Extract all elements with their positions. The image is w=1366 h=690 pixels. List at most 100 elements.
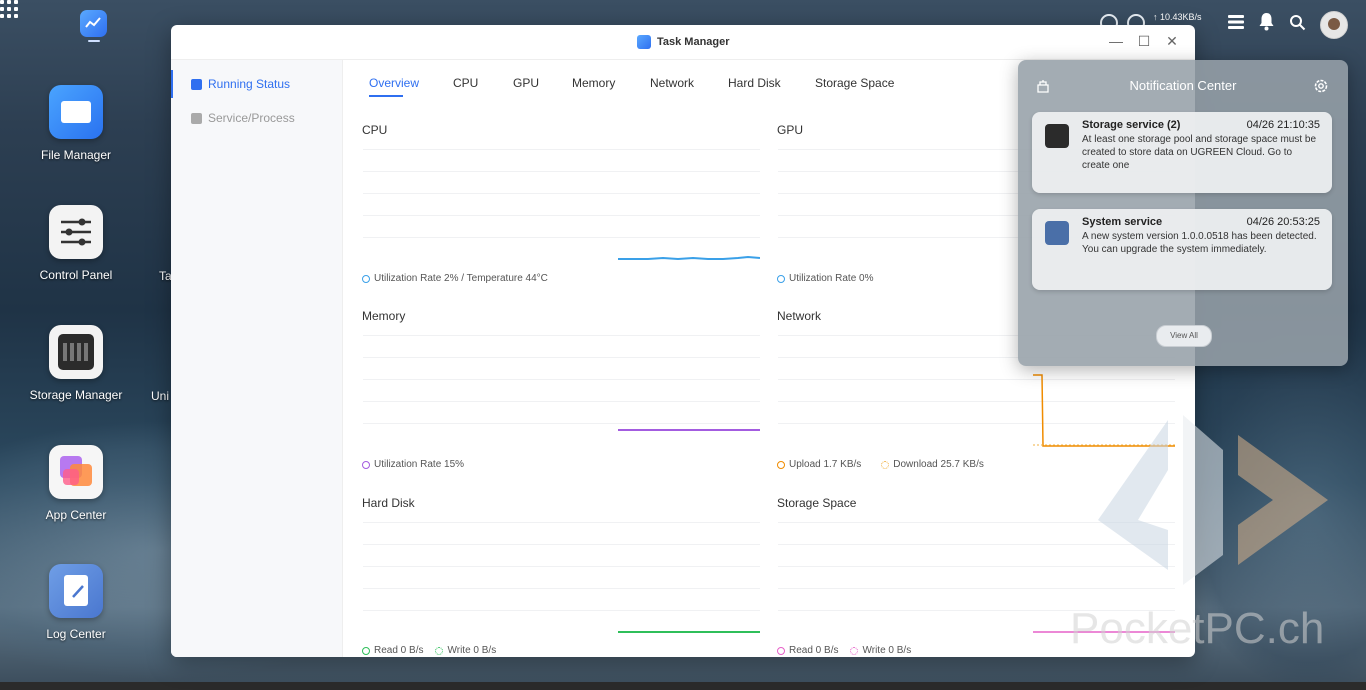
memory-usage-line	[618, 429, 760, 431]
sidebar-item-service-process[interactable]: Service/Process	[191, 111, 295, 125]
tab-memory[interactable]: Memory	[572, 76, 615, 90]
legend-marker	[777, 274, 785, 283]
window-title: Task Manager	[657, 36, 730, 48]
network-upload-text: Upload 1.7 KB/s	[789, 459, 862, 470]
tab-hard-disk[interactable]: Hard Disk	[728, 76, 781, 90]
sidebar-item-label: Service/Process	[208, 111, 295, 125]
hard-disk-read-text: Read 0 B/s	[374, 645, 424, 656]
notification-title: Storage service (2)	[1082, 119, 1181, 131]
desktop-icon-file-manager[interactable]: File Manager	[0, 85, 152, 162]
view-all-button[interactable]: View All	[1156, 325, 1212, 347]
legend-marker	[881, 460, 890, 469]
chart-icon	[191, 78, 202, 90]
storage-service-icon	[1045, 124, 1069, 148]
user-avatar[interactable]	[1320, 11, 1348, 39]
desktop-icon-label: Storage Manager	[29, 388, 123, 402]
window-titlebar[interactable]: Task Manager — ☐ ✕	[171, 25, 1195, 60]
app-center-icon	[49, 445, 103, 499]
tab-gpu[interactable]: GPU	[513, 76, 539, 90]
tab-overview[interactable]: Overview	[369, 76, 419, 90]
network-legend: Upload 1.7 KB/s Download 25.7 KB/s	[777, 459, 984, 470]
hard-disk-panel-title: Hard Disk	[362, 496, 415, 510]
notification-time: 04/26 20:53:25	[1246, 216, 1320, 228]
legend-marker	[777, 460, 785, 469]
memory-legend-text: Utilization Rate 15%	[374, 459, 465, 470]
desktop-icon-label: Control Panel	[39, 268, 113, 282]
bell-icon[interactable]	[1258, 12, 1275, 31]
desktop-icon-app-center[interactable]: App Center	[0, 445, 152, 522]
tab-storage-space[interactable]: Storage Space	[815, 76, 894, 90]
storage-space-write-text: Write 0 B/s	[862, 645, 912, 656]
legend-marker	[362, 646, 370, 655]
task-list-icon[interactable]	[1227, 13, 1245, 31]
notification-center-title: Notification Center	[1129, 78, 1237, 93]
gear-icon[interactable]	[1313, 78, 1329, 94]
task-manager-app-icon	[637, 35, 651, 49]
sidebar-item-running-status[interactable]: Running Status	[191, 77, 290, 91]
notification-card-storage[interactable]: Storage service (2) 04/26 21:10:35 At le…	[1032, 112, 1332, 193]
app-grid-icon[interactable]	[0, 0, 18, 18]
notification-time: 04/26 21:10:35	[1246, 119, 1320, 131]
cpu-usage-line	[618, 255, 760, 261]
network-panel-title: Network	[777, 309, 822, 323]
desktop-icon-storage-manager[interactable]: Storage Manager	[0, 325, 152, 402]
search-icon[interactable]	[1289, 14, 1306, 31]
log-document-icon	[49, 564, 103, 618]
nas-drive-icon	[49, 325, 103, 379]
tab-cpu[interactable]: CPU	[453, 76, 478, 90]
running-indicator	[88, 40, 100, 42]
tab-network[interactable]: Network	[650, 76, 694, 90]
hard-disk-io-line	[618, 631, 760, 633]
sidebar-item-label: Running Status	[208, 77, 291, 91]
desktop-icon-control-panel[interactable]: Control Panel	[0, 205, 152, 282]
memory-chart	[363, 335, 760, 447]
desktop-icon-label: App Center	[45, 508, 107, 522]
legend-marker	[850, 646, 859, 655]
memory-legend: Utilization Rate 15%	[362, 459, 464, 470]
legend-marker	[777, 646, 785, 655]
cpu-legend-text: Utilization Rate 2% / Temperature 44°C	[374, 273, 548, 284]
task-manager-taskbar-icon[interactable]	[80, 10, 107, 37]
cpu-panel-title: CPU	[362, 123, 388, 137]
maximize-button[interactable]: ☐	[1136, 33, 1152, 50]
gpu-legend: Utilization Rate 0%	[777, 273, 873, 284]
network-download-text: Download 25.7 KB/s	[893, 459, 984, 470]
storage-space-legend: Read 0 B/s Write 0 B/s	[777, 645, 911, 656]
partially-hidden-icon-label: Ta	[159, 269, 172, 283]
folder-icon	[49, 85, 103, 139]
screen-bottom-edge	[0, 682, 1366, 690]
cpu-legend: Utilization Rate 2% / Temperature 44°C	[362, 273, 548, 284]
desktop-icon-label: File Manager	[40, 148, 112, 162]
sliders-icon	[49, 205, 103, 259]
hard-disk-chart	[363, 522, 760, 634]
active-tab-underline	[369, 95, 403, 97]
desktop-icon-log-center[interactable]: Log Center	[0, 564, 152, 641]
watermark-logo	[1098, 415, 1328, 585]
network-speed-readout: ↑ 10.43KB/s	[1153, 12, 1202, 22]
partially-hidden-icon-label: Uni	[151, 389, 170, 403]
notification-title: System service	[1082, 216, 1163, 228]
storage-space-read-text: Read 0 B/s	[789, 645, 839, 656]
window-sidebar: Running Status Service/Process	[171, 60, 343, 657]
gpu-legend-text: Utilization Rate 0%	[789, 273, 874, 284]
notification-card-system[interactable]: System service 04/26 20:53:25 A new syst…	[1032, 209, 1332, 290]
hard-disk-legend: Read 0 B/s Write 0 B/s	[362, 645, 496, 656]
hard-disk-write-text: Write 0 B/s	[447, 645, 497, 656]
close-button[interactable]: ✕	[1164, 33, 1180, 50]
legend-marker	[435, 646, 444, 655]
legend-marker	[362, 274, 370, 283]
notification-body: A new system version 1.0.0.0518 has been…	[1082, 231, 1317, 255]
minimize-button[interactable]: —	[1108, 33, 1124, 49]
gpu-panel-title: GPU	[777, 123, 804, 137]
storage-space-panel-title: Storage Space	[777, 496, 857, 510]
memory-panel-title: Memory	[362, 309, 406, 323]
process-icon	[191, 112, 202, 124]
system-service-icon	[1045, 221, 1069, 245]
notification-center-panel: Notification Center Storage service (2) …	[1018, 60, 1348, 366]
legend-marker	[362, 460, 370, 469]
watermark-text: PocketPC.ch	[1070, 604, 1325, 653]
desktop-icon-label: Log Center	[46, 627, 106, 641]
active-indicator	[171, 70, 173, 98]
notification-body: At least one storage pool and storage sp…	[1082, 134, 1317, 171]
cpu-chart	[363, 149, 760, 261]
